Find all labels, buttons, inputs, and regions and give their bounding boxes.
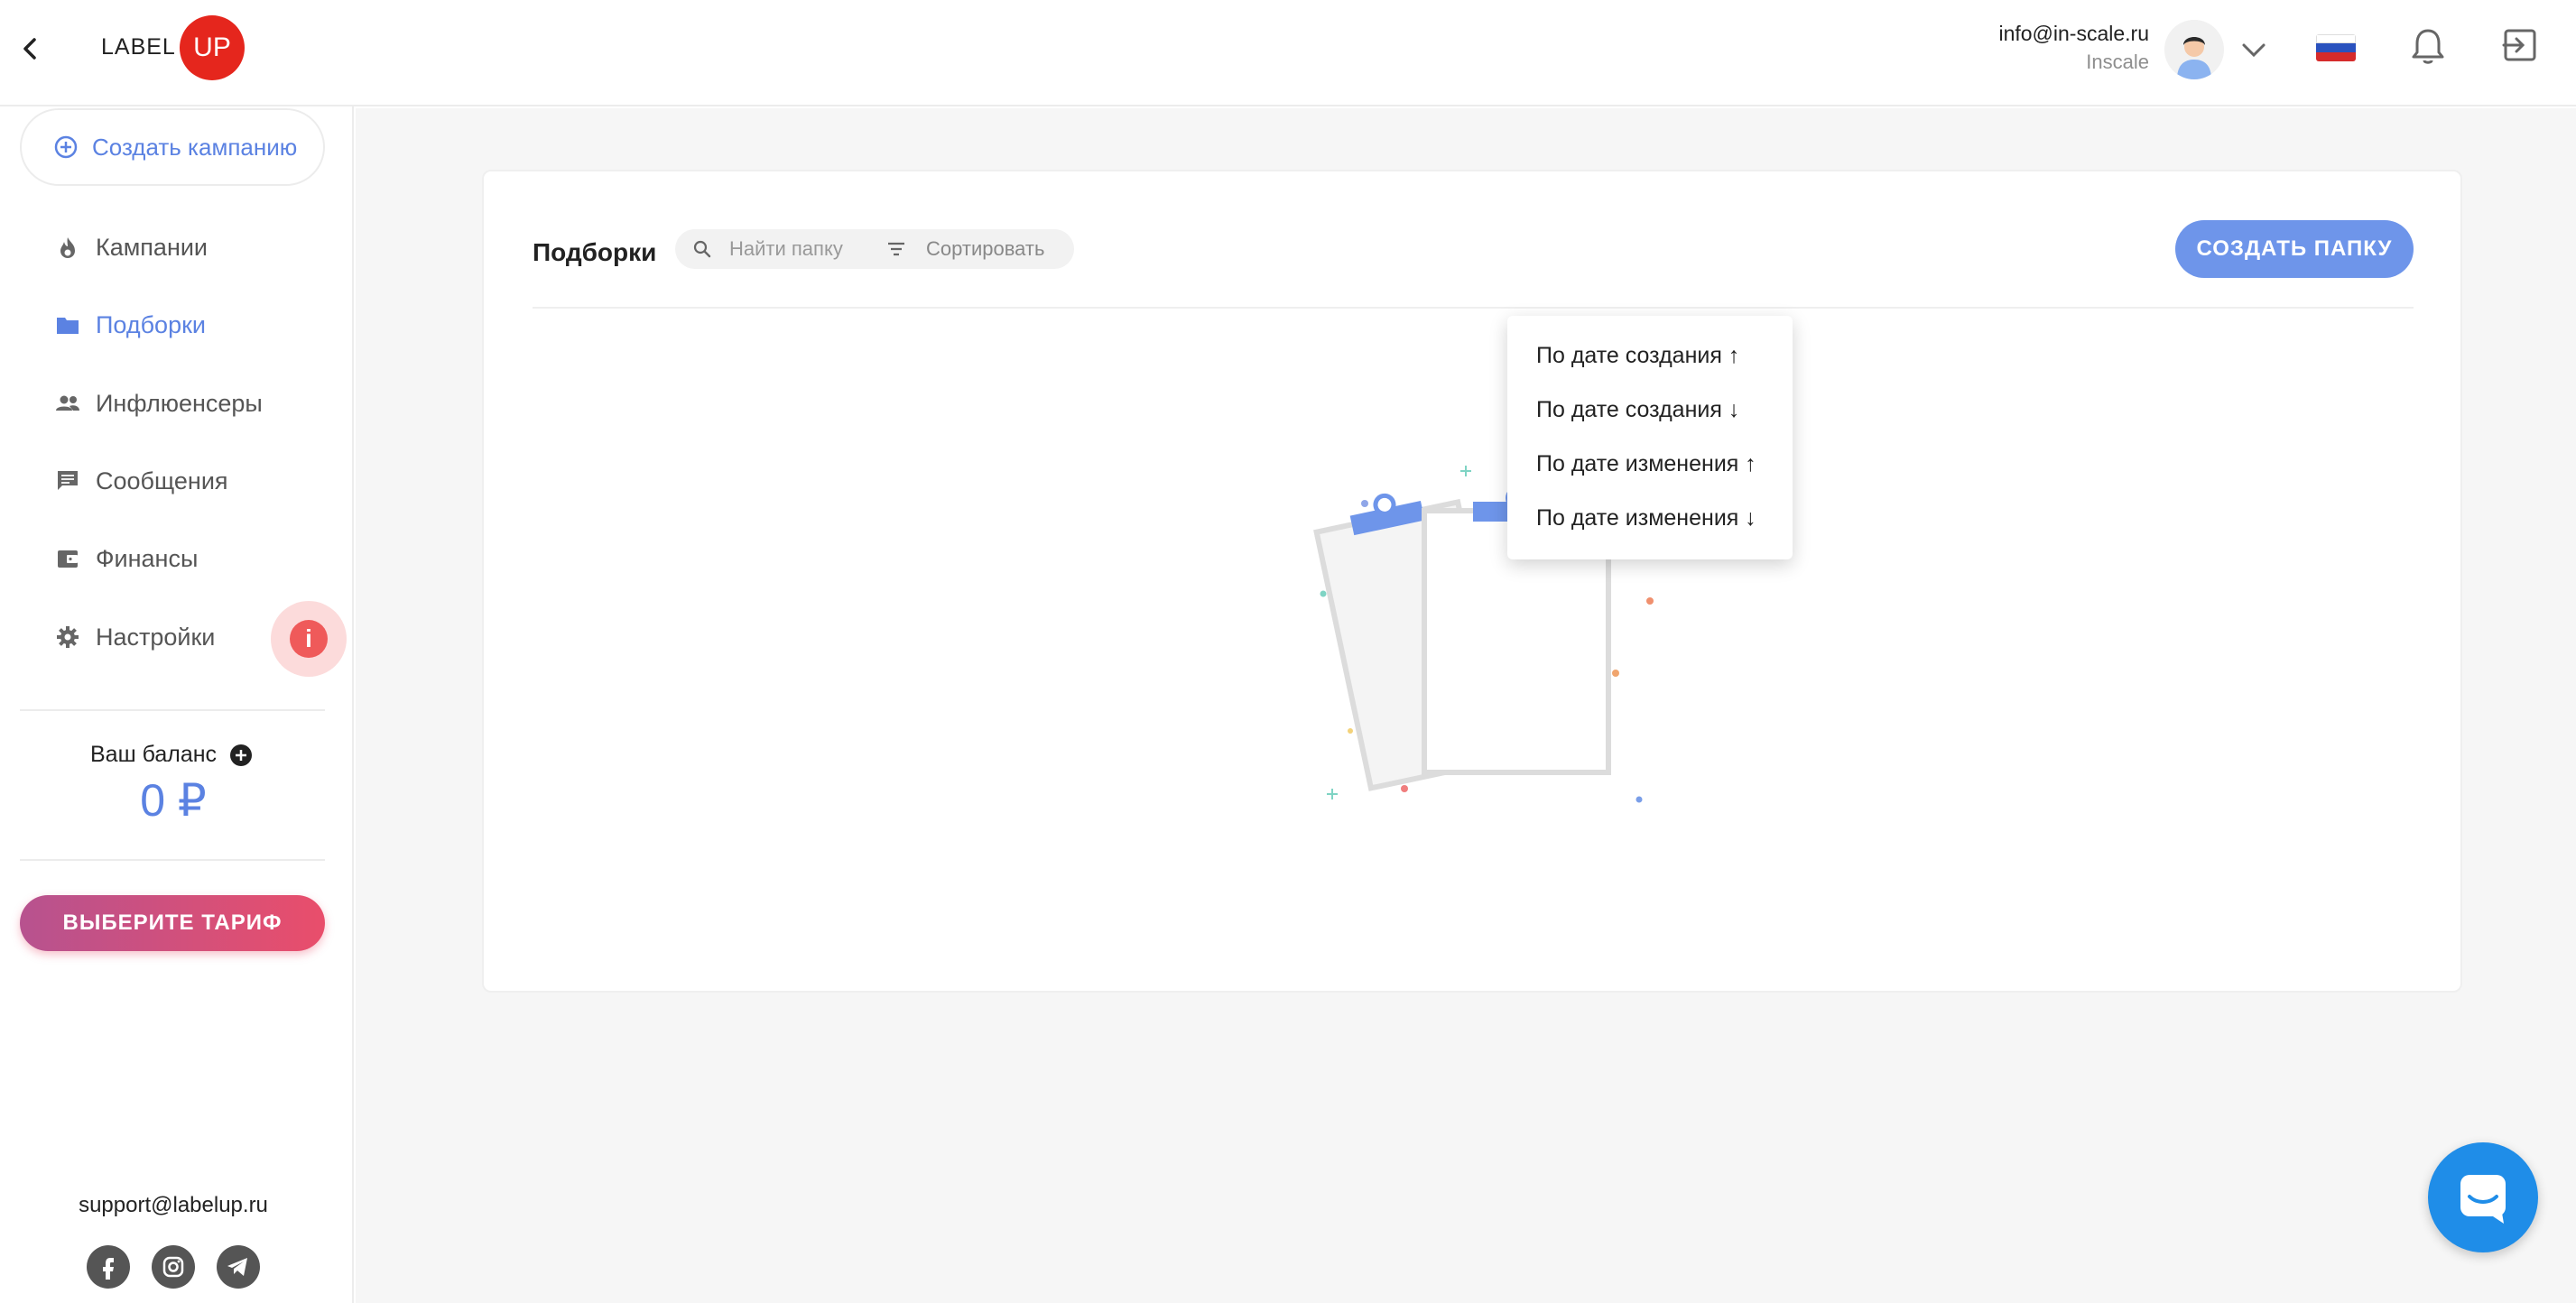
top-header: LABEL UP info@in-scale.ru Inscale bbox=[0, 0, 2576, 106]
facebook-icon[interactable] bbox=[87, 1245, 130, 1289]
create-campaign-button[interactable]: Создать кампанию bbox=[20, 108, 325, 186]
sidebar-item-label: Подборки bbox=[96, 310, 206, 338]
sidebar-item-collections[interactable]: Подборки bbox=[54, 307, 206, 343]
balance-label: Ваш баланс bbox=[90, 742, 253, 768]
create-folder-button[interactable]: СОЗДАТЬ ПАПКУ bbox=[2175, 220, 2414, 278]
sort-option-created-asc[interactable]: По дате создания ↑ bbox=[1536, 343, 1739, 369]
sidebar-item-label: Сообщения bbox=[96, 467, 228, 494]
divider bbox=[533, 307, 2414, 309]
sidebar-item-finance[interactable]: Финансы bbox=[54, 541, 198, 577]
create-campaign-label: Создать кампанию bbox=[92, 133, 298, 161]
sort-label: Сортировать bbox=[926, 237, 1045, 260]
divider bbox=[20, 709, 325, 711]
sidebar-item-influencers[interactable]: Инфлюенсеры bbox=[54, 385, 263, 421]
main-content: Подборки Найти папку Сортировать СОЗДАТЬ… bbox=[356, 108, 2576, 1303]
instagram-icon[interactable] bbox=[152, 1245, 195, 1289]
russia-flag-icon[interactable] bbox=[2316, 34, 2356, 61]
user-email: info@in-scale.ru bbox=[1998, 22, 2149, 45]
filter-icon bbox=[888, 242, 904, 256]
support-email[interactable]: support@labelup.ru bbox=[0, 1193, 347, 1218]
back-arrow-icon[interactable] bbox=[13, 31, 49, 67]
logo-text: LABEL bbox=[101, 34, 176, 60]
sidebar-item-campaigns[interactable]: Кампании bbox=[54, 229, 208, 265]
page-title: Подборки bbox=[533, 238, 657, 266]
avatar-icon bbox=[2164, 20, 2224, 79]
avatar[interactable] bbox=[2164, 20, 2224, 79]
folder-icon bbox=[57, 318, 79, 334]
sort-option-created-desc[interactable]: По дате создания ↓ bbox=[1536, 397, 1739, 423]
logout-icon[interactable] bbox=[2500, 23, 2540, 69]
wallet-icon bbox=[58, 550, 78, 568]
sidebar-item-label: Финансы bbox=[96, 544, 199, 572]
add-balance-icon[interactable] bbox=[229, 744, 253, 767]
info-icon: i bbox=[290, 620, 328, 658]
plus-circle-icon bbox=[54, 135, 78, 159]
sidebar: Создать кампанию Кампании Подборки Инфлю… bbox=[0, 106, 354, 1303]
bell-icon[interactable] bbox=[2408, 23, 2448, 69]
sort-options-menu: По дате создания ↑ По дате создания ↓ По… bbox=[1507, 316, 1793, 559]
telegram-icon[interactable] bbox=[217, 1245, 260, 1289]
sidebar-item-label: Кампании bbox=[96, 233, 208, 261]
balance-value: 0 ₽ bbox=[140, 775, 207, 826]
fire-icon bbox=[60, 237, 75, 258]
choose-tariff-button[interactable]: ВЫБЕРИТЕ ТАРИФ bbox=[20, 895, 325, 951]
logo-badge: UP bbox=[180, 15, 245, 80]
chevron-down-icon[interactable] bbox=[2238, 36, 2269, 63]
sidebar-item-messages[interactable]: Сообщения bbox=[54, 463, 228, 499]
people-icon bbox=[56, 395, 79, 411]
sort-option-modified-desc[interactable]: По дате изменения ↓ bbox=[1536, 505, 1756, 531]
search-placeholder: Найти папку bbox=[729, 237, 843, 260]
chat-icon bbox=[2460, 1175, 2506, 1224]
sort-dropdown[interactable]: Сортировать bbox=[866, 229, 1074, 269]
sidebar-item-label: Настройки bbox=[96, 623, 216, 651]
user-company: Inscale bbox=[2086, 51, 2149, 73]
message-icon bbox=[58, 471, 78, 490]
balance-label-text: Ваш баланс bbox=[90, 742, 218, 767]
divider bbox=[20, 859, 325, 861]
collections-card: Подборки Найти папку Сортировать СОЗДАТЬ… bbox=[482, 170, 2462, 993]
sort-option-modified-asc[interactable]: По дате изменения ↑ bbox=[1536, 451, 1756, 477]
gear-icon bbox=[57, 626, 79, 648]
info-alert-badge[interactable]: i bbox=[271, 601, 347, 677]
sidebar-item-settings[interactable]: Настройки bbox=[54, 619, 215, 655]
search-icon bbox=[693, 240, 711, 258]
sidebar-item-label: Инфлюенсеры bbox=[96, 389, 263, 417]
chat-widget-button[interactable] bbox=[2428, 1142, 2538, 1252]
